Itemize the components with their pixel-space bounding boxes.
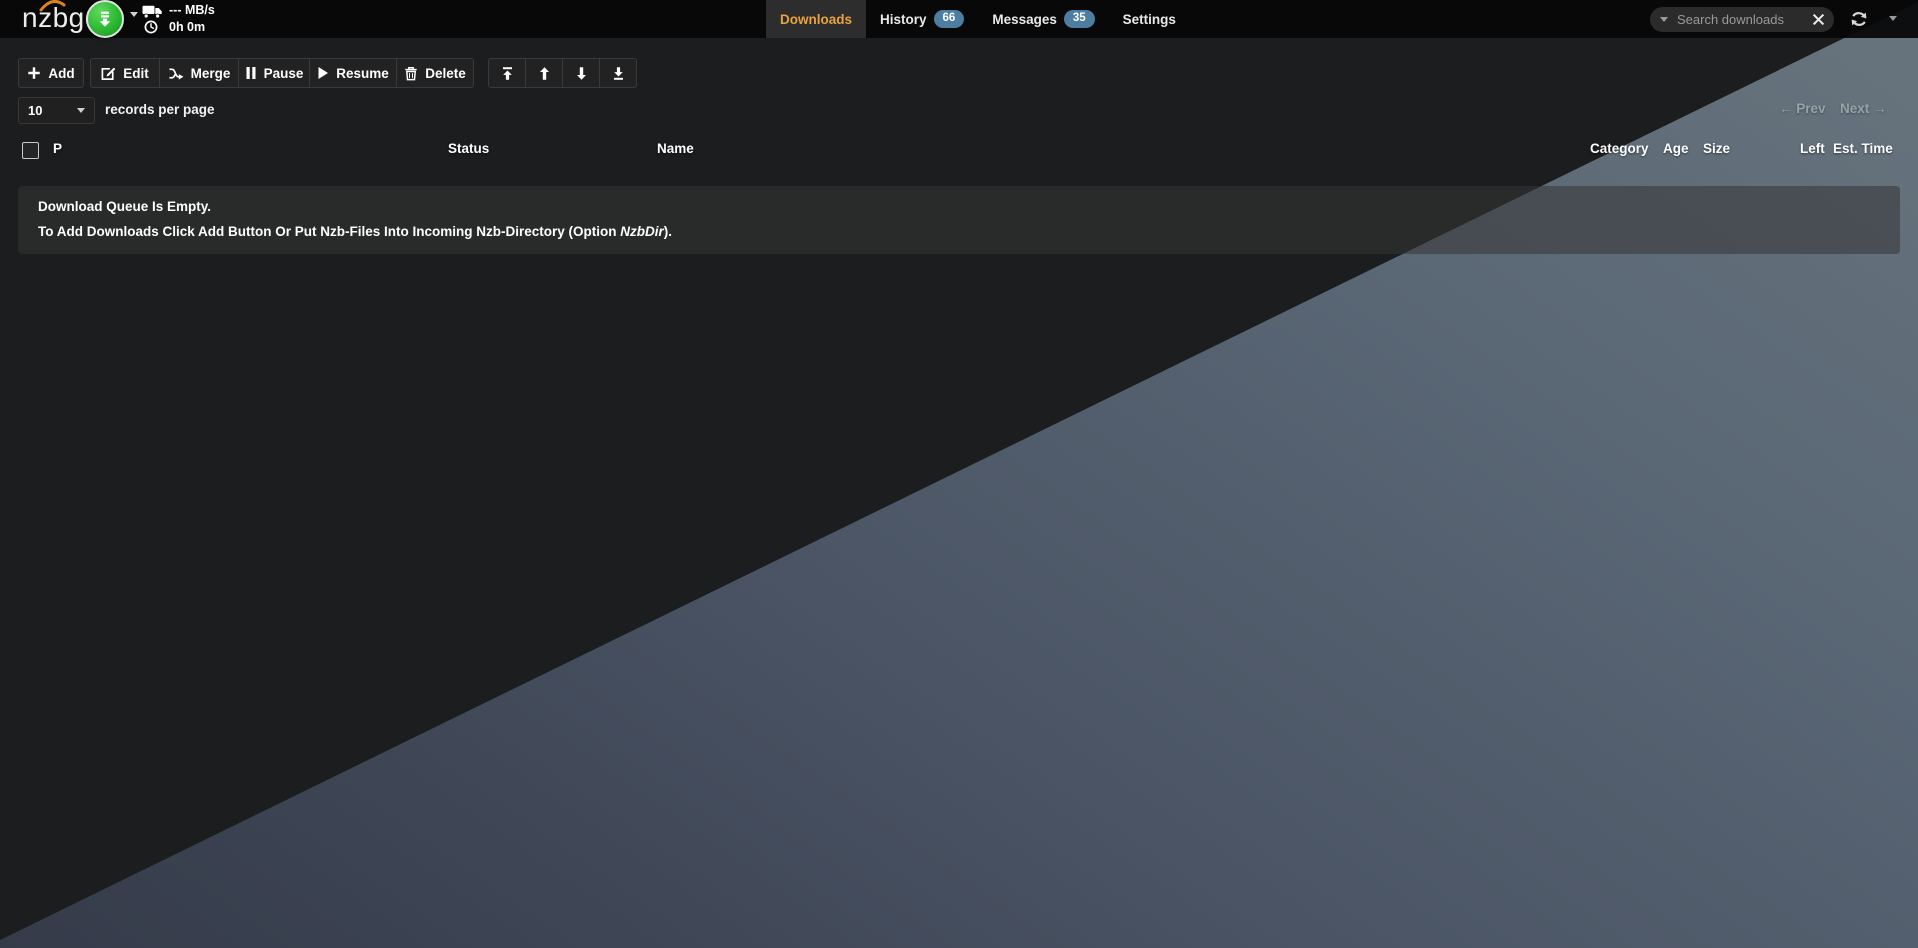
tab-messages[interactable]: Messages 35 — [978, 0, 1108, 38]
empty-queue-title: Download Queue Is Empty. — [38, 199, 1880, 214]
add-button-label: Add — [48, 66, 74, 81]
tab-settings-label: Settings — [1123, 12, 1176, 27]
tab-downloads[interactable]: Downloads — [766, 0, 866, 38]
move-up-icon — [537, 66, 552, 81]
download-speed: --- MB/s — [169, 3, 215, 17]
col-header-name[interactable]: Name — [657, 141, 694, 156]
edit-button[interactable]: Edit — [90, 58, 160, 88]
refresh-icon[interactable] — [1848, 8, 1870, 30]
resume-button[interactable]: Resume — [309, 58, 397, 88]
prev-page-link[interactable]: ← Prev — [1779, 101, 1826, 116]
col-header-age[interactable]: Age — [1663, 141, 1689, 156]
empty-queue-message-suffix: ). — [664, 224, 672, 239]
empty-queue-panel: Download Queue Is Empty. To Add Download… — [18, 186, 1900, 254]
col-header-status[interactable]: Status — [448, 141, 489, 156]
pause-button[interactable]: Pause — [238, 58, 310, 88]
tab-settings[interactable]: Settings — [1109, 0, 1190, 38]
next-page-link[interactable]: Next → — [1840, 101, 1887, 116]
col-header-est-time[interactable]: Est. Time — [1833, 141, 1893, 156]
play-icon — [317, 66, 329, 80]
move-down-button[interactable] — [562, 58, 600, 88]
search-options-caret-icon[interactable] — [1660, 17, 1668, 22]
download-circle-icon — [95, 9, 115, 29]
move-to-top-icon — [500, 66, 515, 81]
nzbget-app: nzbget --- MB/s — [0, 0, 1918, 948]
clock-icon — [144, 20, 158, 34]
empty-queue-message-prefix: To Add Downloads Click Add Button Or Put… — [38, 224, 620, 239]
history-count-badge: 66 — [934, 10, 965, 28]
plus-icon — [27, 66, 41, 80]
move-up-button[interactable] — [525, 58, 563, 88]
col-header-category[interactable]: Category — [1590, 141, 1649, 156]
merge-button-label: Merge — [191, 66, 231, 81]
tab-downloads-label: Downloads — [780, 12, 852, 27]
col-header-size[interactable]: Size — [1703, 141, 1730, 156]
tab-history[interactable]: History 66 — [866, 0, 978, 38]
messages-count-badge: 35 — [1064, 10, 1095, 28]
truck-icon — [142, 5, 163, 19]
col-header-priority[interactable]: P — [53, 141, 62, 156]
add-button[interactable]: Add — [18, 58, 84, 88]
delete-button-label: Delete — [425, 66, 466, 81]
search-box — [1650, 7, 1834, 32]
empty-queue-message-option: NzbDir — [620, 224, 664, 239]
empty-queue-message: To Add Downloads Click Add Button Or Put… — [38, 224, 1880, 239]
edit-button-label: Edit — [123, 66, 149, 81]
records-per-page-label: records per page — [105, 102, 215, 117]
delete-button[interactable]: Delete — [396, 58, 474, 88]
resume-button-label: Resume — [336, 66, 389, 81]
tab-messages-label: Messages — [992, 12, 1057, 27]
logo-arc-icon — [39, 0, 66, 12]
merge-button[interactable]: Merge — [159, 58, 239, 88]
col-header-left[interactable]: Left — [1800, 141, 1825, 156]
pause-icon — [245, 66, 257, 80]
move-buttons-group — [488, 58, 637, 88]
records-per-page-select[interactable]: 10 — [18, 97, 95, 124]
select-caret-icon — [77, 108, 85, 113]
records-per-page-value: 10 — [28, 103, 42, 118]
trash-icon — [404, 66, 418, 81]
move-to-bottom-button[interactable] — [599, 58, 637, 88]
merge-icon — [168, 66, 184, 81]
pause-button-label: Pause — [264, 66, 304, 81]
download-circle-button[interactable] — [86, 0, 124, 38]
queue-actions-group: Edit Merge Pause Resume — [90, 58, 474, 88]
move-to-bottom-icon — [611, 66, 626, 81]
search-input[interactable] — [1675, 11, 1812, 28]
refresh-menu-caret-icon[interactable] — [1889, 16, 1897, 21]
clear-x-icon[interactable] — [1812, 13, 1825, 26]
edit-icon — [101, 66, 116, 81]
move-to-top-button[interactable] — [488, 58, 526, 88]
download-menu-caret-icon[interactable] — [130, 12, 138, 17]
move-down-icon — [574, 66, 589, 81]
tab-history-label: History — [880, 12, 927, 27]
navbar: nzbget --- MB/s — [0, 0, 1918, 38]
time-remaining: 0h 0m — [169, 20, 205, 34]
main-tabs: Downloads History 66 Messages 35 Setting… — [766, 0, 1190, 38]
select-all-checkbox[interactable] — [22, 142, 39, 159]
